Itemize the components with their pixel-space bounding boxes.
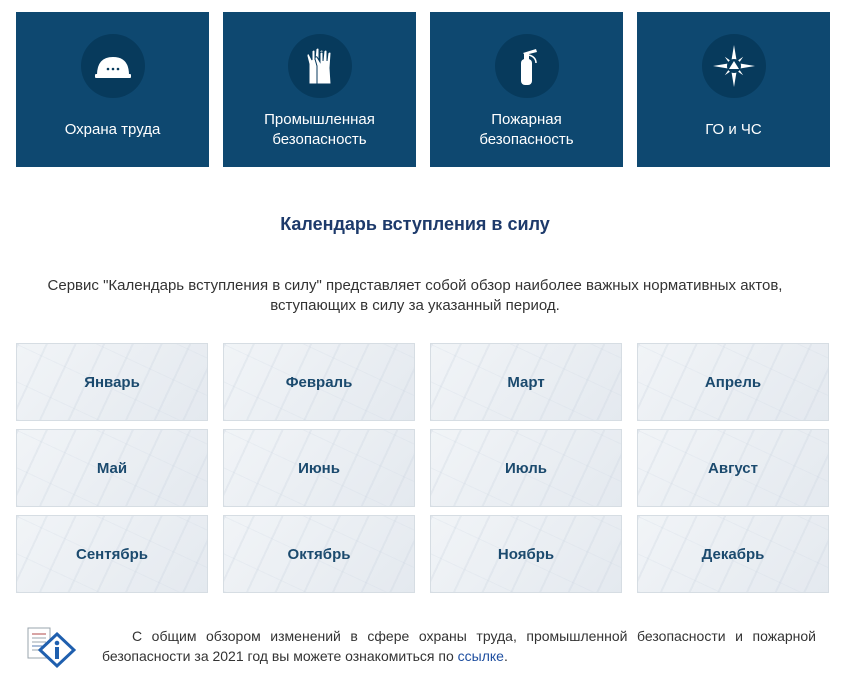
review-note: С общим обзором изменений в сфере охраны… xyxy=(26,626,816,670)
month-june[interactable]: Июнь xyxy=(223,429,415,507)
review-link[interactable]: ссылке xyxy=(458,648,504,664)
note-text: С общим обзором изменений в сфере охраны… xyxy=(102,626,816,670)
intro-text: Сервис "Календарь вступления в силу" пре… xyxy=(47,277,783,314)
gloves-icon xyxy=(287,34,352,98)
civil-defense-star-icon xyxy=(701,34,766,98)
tile-label-line: Пожарная xyxy=(491,111,562,128)
tile-label-line: Охрана труда xyxy=(64,121,161,138)
month-april[interactable]: Апрель xyxy=(637,343,829,421)
tile-label-line: безопасность xyxy=(272,131,367,148)
tile-label: Охрана труда xyxy=(55,120,171,140)
tile-label-line: Промышленная xyxy=(264,111,375,128)
month-october[interactable]: Октябрь xyxy=(223,515,415,593)
note-end: . xyxy=(503,648,508,664)
tile-label: ГО и ЧС xyxy=(695,120,772,140)
info-document-icon xyxy=(26,626,77,670)
fire-extinguisher-icon xyxy=(494,34,559,98)
month-march[interactable]: Март xyxy=(430,343,622,421)
month-may[interactable]: Май xyxy=(16,429,208,507)
month-december[interactable]: Декабрь xyxy=(637,515,829,593)
section-title: Календарь вступления в силу xyxy=(280,214,550,234)
tile-label-line: безопасность xyxy=(479,131,574,148)
hard-hat-icon xyxy=(80,34,145,98)
month-september[interactable]: Сентябрь xyxy=(16,515,208,593)
month-grid: Январь Февраль Март Апрель Май Июнь Июль… xyxy=(16,343,829,593)
month-august[interactable]: Август xyxy=(637,429,829,507)
tile-civil-defense[interactable]: ГО и ЧС xyxy=(637,12,830,167)
tile-label: Пожарная безопасность xyxy=(469,110,583,150)
month-november[interactable]: Ноябрь xyxy=(430,515,622,593)
category-tiles: Охрана труда Промышленная безопасность П… xyxy=(16,12,830,167)
tile-industrial-safety[interactable]: Промышленная безопасность xyxy=(223,12,416,167)
tile-label: Промышленная безопасность xyxy=(254,110,385,150)
month-february[interactable]: Февраль xyxy=(223,343,415,421)
tile-label-line: ГО и ЧС xyxy=(705,121,762,138)
tile-labor-safety[interactable]: Охрана труда xyxy=(16,12,209,167)
tile-fire-safety[interactable]: Пожарная безопасность xyxy=(430,12,623,167)
month-july[interactable]: Июль xyxy=(430,429,622,507)
month-january[interactable]: Январь xyxy=(16,343,208,421)
